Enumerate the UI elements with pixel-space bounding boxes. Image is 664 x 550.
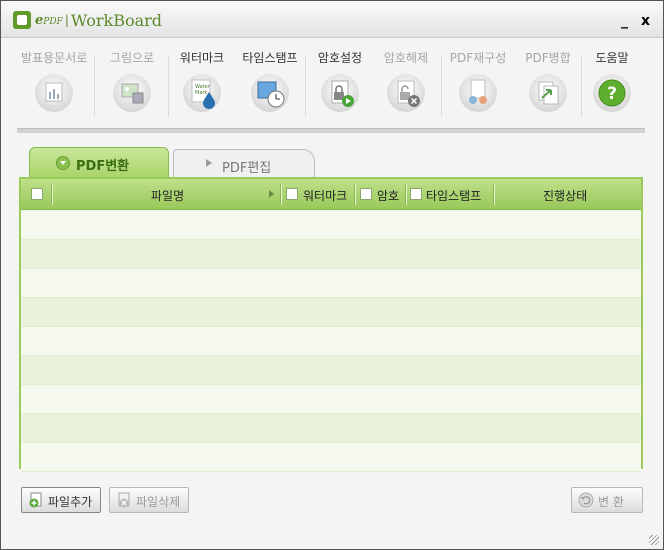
lock-document-icon xyxy=(321,74,359,112)
logo-pdf: PDF xyxy=(43,17,63,27)
unlock-document-icon xyxy=(387,74,425,112)
add-file-button[interactable]: 파일추가 xyxy=(21,487,101,513)
toolbar-label: 도움말 xyxy=(595,51,629,65)
column-divider xyxy=(405,183,407,205)
tab-pdf-convert[interactable]: PDF변환 xyxy=(29,147,169,178)
column-header-watermark: 워터마크 xyxy=(303,189,348,203)
tab-label: PDF편집 xyxy=(222,161,272,176)
column-divider xyxy=(51,183,53,205)
logo-separator: | xyxy=(64,13,69,27)
toolbar-divider xyxy=(441,55,442,117)
delete-file-button[interactable]: 파일삭제 xyxy=(109,487,189,513)
grid-header: 파일명 워터마크 암호 타임스탬프 진행상태 xyxy=(21,179,641,210)
table-row xyxy=(21,211,641,240)
toolbar-watermark-button[interactable]: 워터마크 Water Mark xyxy=(169,49,235,127)
toolbar-remove-password-button[interactable]: 암호해제 xyxy=(373,49,439,127)
title-bar: e PDF | WorkBoard _ x xyxy=(1,1,663,38)
toolbar-image-button[interactable]: 그림으로 xyxy=(99,49,165,127)
toolbar-presentation-button[interactable]: 발표용문서로 xyxy=(21,49,87,127)
chevron-right-icon xyxy=(206,159,212,167)
sort-arrow-icon xyxy=(269,190,274,198)
timestamp-clock-icon xyxy=(251,74,289,112)
close-button[interactable]: x xyxy=(641,13,650,29)
toolbar: 발표용문서로 그림으로 워터마크 Water Mark 타임스탬프 암호설정 암… xyxy=(17,49,645,127)
toolbar-label: 워터마크 xyxy=(179,51,225,65)
app-window: e PDF | WorkBoard _ x 발표용문서로 그림으로 워터마크 W… xyxy=(0,0,664,550)
app-logo: e PDF | WorkBoard xyxy=(13,9,162,31)
column-divider xyxy=(354,183,356,205)
convert-icon xyxy=(578,492,594,508)
toolbar-pdf-merge-button[interactable]: PDF병합 xyxy=(515,49,581,127)
timestamp-column-checkbox[interactable] xyxy=(410,188,422,200)
pdf-reorganize-icon xyxy=(459,74,497,112)
toolbar-label: 암호해제 xyxy=(383,51,429,65)
delete-file-icon xyxy=(116,492,132,508)
table-row xyxy=(21,327,641,356)
grid-rows xyxy=(21,211,641,472)
logo-mark-icon xyxy=(13,11,31,29)
help-icon-glyph: ? xyxy=(607,84,617,104)
toolbar-label: 그림으로 xyxy=(109,51,155,65)
minimize-button[interactable]: _ xyxy=(621,13,628,29)
toolbar-label: PDF재구성 xyxy=(449,51,507,65)
watermark-column-checkbox[interactable] xyxy=(286,188,298,200)
column-header-filename[interactable]: 파일명 xyxy=(151,187,184,204)
resize-grip[interactable] xyxy=(649,535,659,545)
column-header-password: 암호 xyxy=(377,189,400,203)
pdf-merge-icon xyxy=(529,74,567,112)
convert-label: 변 환 xyxy=(598,495,624,509)
column-divider xyxy=(280,183,282,205)
toolbar-divider xyxy=(305,55,306,117)
toolbar-label: 발표용문서로 xyxy=(21,51,88,65)
tab-pdf-edit[interactable]: PDF편집 xyxy=(173,149,315,178)
column-header-timestamp: 타임스탬프 xyxy=(426,189,482,203)
file-list-grid: 파일명 워터마크 암호 타임스탬프 진행상태 xyxy=(19,177,643,472)
watermark-drop-icon: Water Mark xyxy=(183,74,221,112)
column-divider xyxy=(493,183,495,205)
password-column-checkbox[interactable] xyxy=(360,188,372,200)
chevron-down-icon xyxy=(56,156,70,170)
help-icon: ? xyxy=(593,74,631,112)
watermark-icon-text: Mark xyxy=(195,90,207,96)
select-all-checkbox[interactable] xyxy=(31,188,43,200)
toolbar-separator xyxy=(17,128,645,133)
toolbar-label: 타임스탬프 xyxy=(242,51,298,65)
toolbar-help-button[interactable]: 도움말 ? xyxy=(579,49,645,127)
column-header-status: 진행상태 xyxy=(543,189,588,203)
delete-file-label: 파일삭제 xyxy=(136,495,181,509)
add-file-icon xyxy=(28,492,44,508)
toolbar-label: 암호설정 xyxy=(317,51,363,65)
tab-label: PDF변환 xyxy=(76,159,130,174)
table-row xyxy=(21,240,641,269)
add-file-label: 파일추가 xyxy=(48,495,93,509)
image-save-icon xyxy=(113,74,151,112)
table-row xyxy=(21,414,641,443)
presentation-chart-icon xyxy=(35,74,73,112)
table-row xyxy=(21,269,641,298)
toolbar-label: PDF병합 xyxy=(525,51,571,65)
toolbar-pdf-reorganize-button[interactable]: PDF재구성 xyxy=(445,49,511,127)
logo-name: WorkBoard xyxy=(70,10,163,30)
table-row xyxy=(21,443,641,472)
table-row xyxy=(21,385,641,414)
toolbar-divider xyxy=(94,55,95,117)
table-row xyxy=(21,298,641,327)
toolbar-timestamp-button[interactable]: 타임스탬프 xyxy=(237,49,303,127)
convert-button[interactable]: 변 환 xyxy=(571,487,643,513)
toolbar-set-password-button[interactable]: 암호설정 xyxy=(307,49,373,127)
table-row xyxy=(21,356,641,385)
